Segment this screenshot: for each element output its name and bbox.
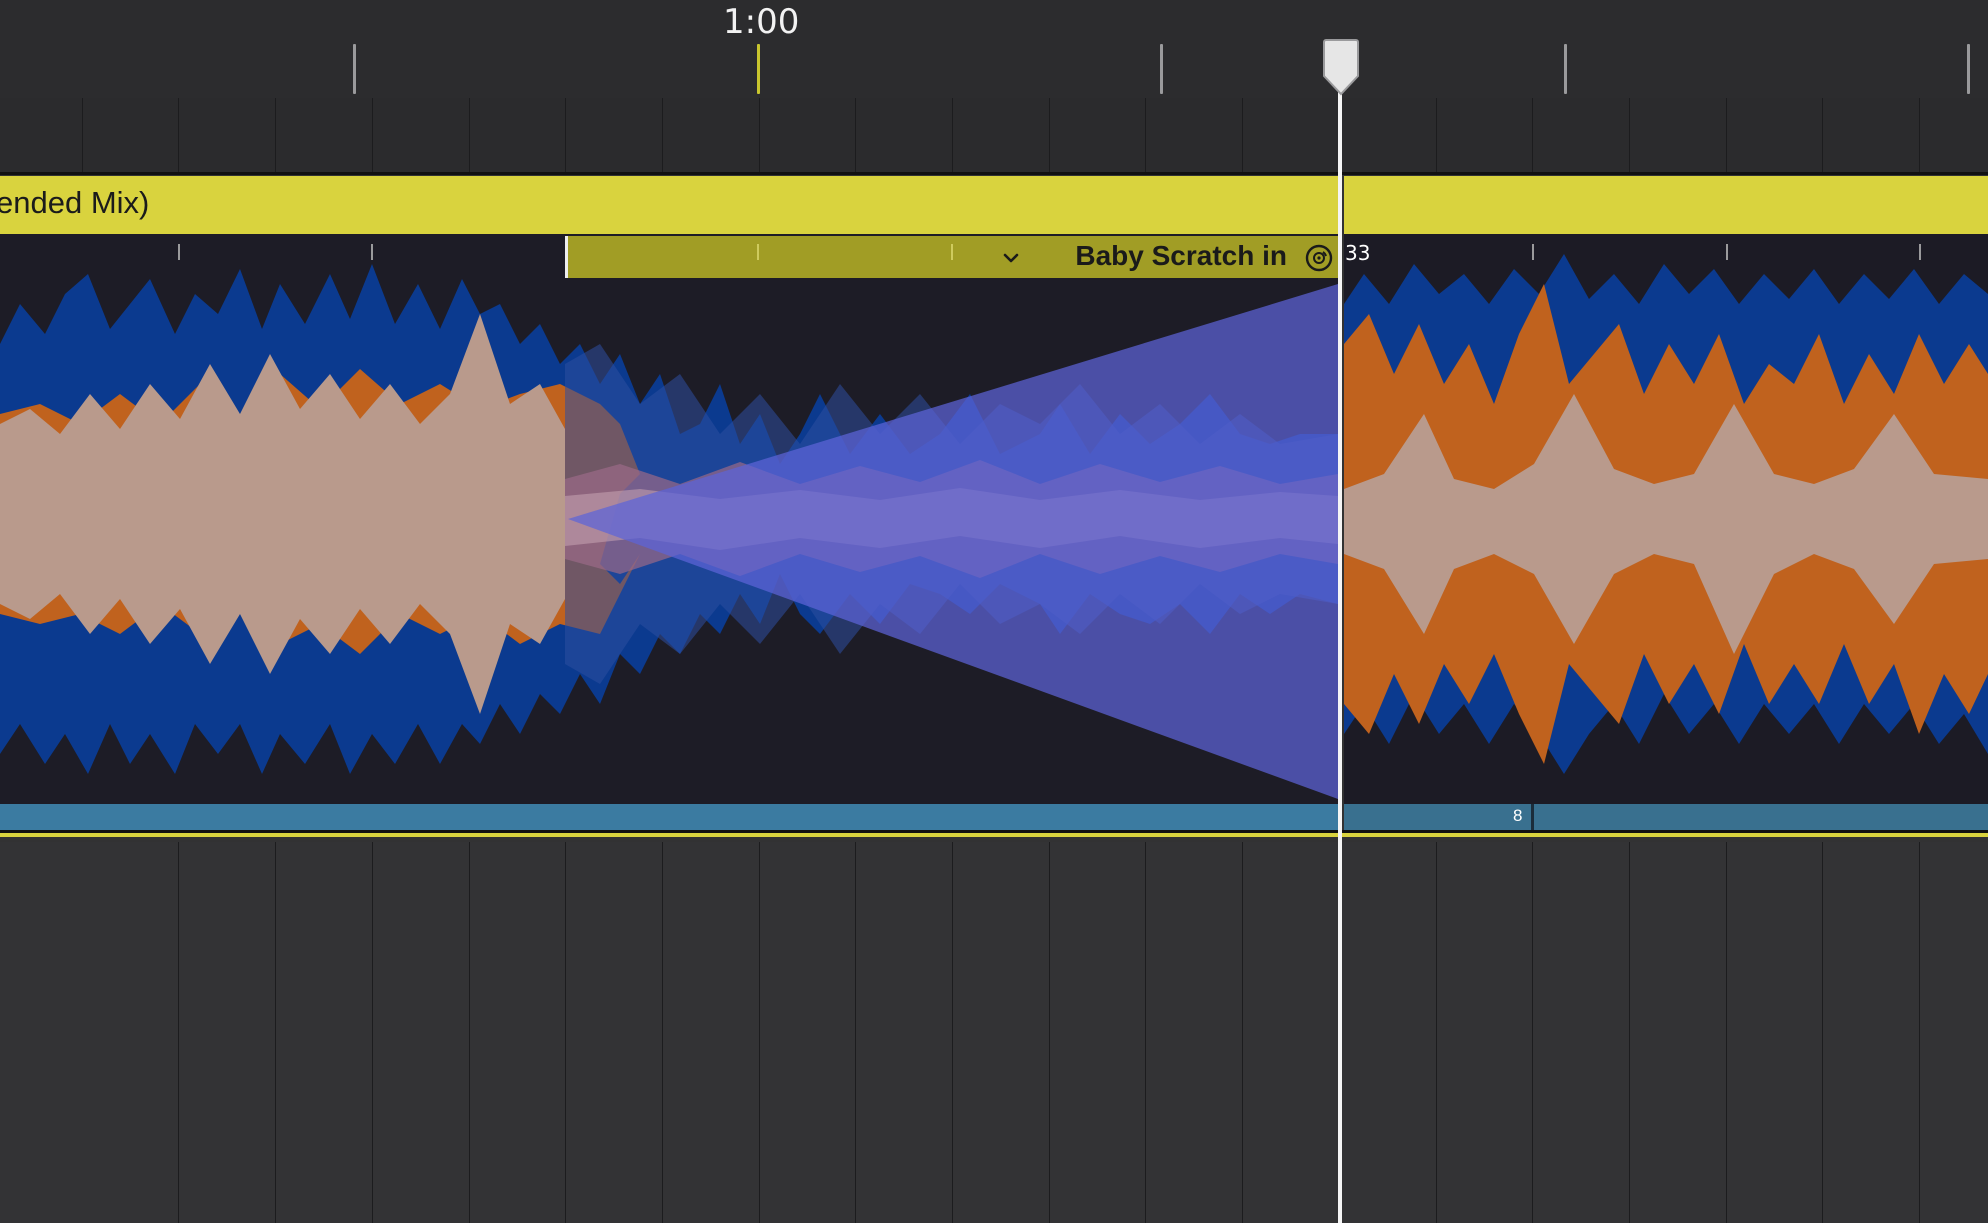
track-bottom-border	[0, 833, 1988, 837]
grid-line	[275, 842, 276, 1223]
beat-grid-top	[0, 98, 1988, 174]
grid-line	[662, 98, 663, 174]
grid-line	[1822, 98, 1823, 174]
grid-line	[178, 842, 179, 1223]
grid-line	[1532, 842, 1533, 1223]
grid-line	[1629, 842, 1630, 1223]
clip-title: ended Mix)	[0, 185, 150, 220]
ruler-tick	[1564, 44, 1567, 94]
bar-number-right: 33	[1345, 241, 1371, 265]
beat-marker-strip[interactable]	[0, 804, 1338, 830]
grid-line	[855, 842, 856, 1223]
beat-tick	[178, 244, 180, 260]
waveform-graphic-next	[1344, 254, 1988, 774]
audio-clip-waveform[interactable]	[0, 234, 1338, 804]
grid-line	[759, 842, 760, 1223]
grid-line	[952, 98, 953, 174]
grid-line	[82, 98, 83, 174]
grid-line	[178, 98, 179, 174]
clip-title-bar-next[interactable]	[1344, 176, 1988, 234]
grid-line	[1436, 842, 1437, 1223]
grid-line	[565, 842, 566, 1223]
grid-line	[469, 98, 470, 174]
clip-title-bar[interactable]: ended Mix)	[0, 176, 1338, 234]
grid-line	[1822, 842, 1823, 1223]
beat-tick	[1919, 244, 1921, 260]
grid-line	[662, 842, 663, 1223]
empty-track-area[interactable]	[0, 842, 1988, 1223]
scratch-icon[interactable]	[1305, 244, 1333, 272]
grid-line	[1242, 98, 1243, 174]
grid-line	[275, 98, 276, 174]
beat-tick	[1532, 244, 1534, 260]
ruler-tick	[353, 44, 356, 94]
audio-clip-waveform-next[interactable]	[1344, 234, 1988, 804]
transition-label: Baby Scratch in	[1075, 240, 1287, 271]
transition-fade-overlay[interactable]	[568, 284, 1338, 799]
grid-line	[1532, 98, 1533, 174]
beat-tick	[757, 244, 759, 260]
grid-line	[1629, 98, 1630, 174]
ruler-tick	[1160, 44, 1163, 94]
grid-line	[759, 98, 760, 174]
beat-marker-number: 8	[1513, 806, 1523, 825]
waveform-graphic	[0, 264, 1338, 799]
playhead-handle-icon[interactable]	[1322, 38, 1360, 98]
grid-line	[1726, 98, 1727, 174]
grid-line	[372, 98, 373, 174]
grid-line	[1919, 98, 1920, 174]
grid-line	[1726, 842, 1727, 1223]
grid-line	[1049, 98, 1050, 174]
beat-tick	[951, 244, 953, 260]
timeline-ruler[interactable]: 1:00	[0, 0, 1988, 98]
grid-line	[1145, 98, 1146, 174]
grid-line	[1145, 842, 1146, 1223]
beat-tick	[1726, 244, 1728, 260]
grid-line	[1242, 842, 1243, 1223]
grid-line	[469, 842, 470, 1223]
grid-line	[1436, 98, 1437, 174]
beat-tick	[371, 244, 373, 260]
grid-line	[372, 842, 373, 1223]
ruler-tick-minute	[757, 44, 760, 94]
grid-line	[952, 842, 953, 1223]
track-divider	[0, 172, 1988, 175]
grid-line	[855, 98, 856, 174]
beat-marker-strip-next[interactable]: 8	[1344, 804, 1988, 830]
ruler-tick	[1967, 44, 1970, 94]
transition-header[interactable]: Baby Scratch in	[565, 236, 1341, 278]
ruler-time-label: 1:00	[723, 2, 800, 42]
grid-line	[1919, 842, 1920, 1223]
grid-line	[1049, 842, 1050, 1223]
chevron-down-icon[interactable]	[1001, 248, 1021, 268]
beat-marker-divider	[1531, 804, 1534, 830]
playhead-line[interactable]	[1338, 90, 1342, 1223]
grid-line	[565, 98, 566, 174]
